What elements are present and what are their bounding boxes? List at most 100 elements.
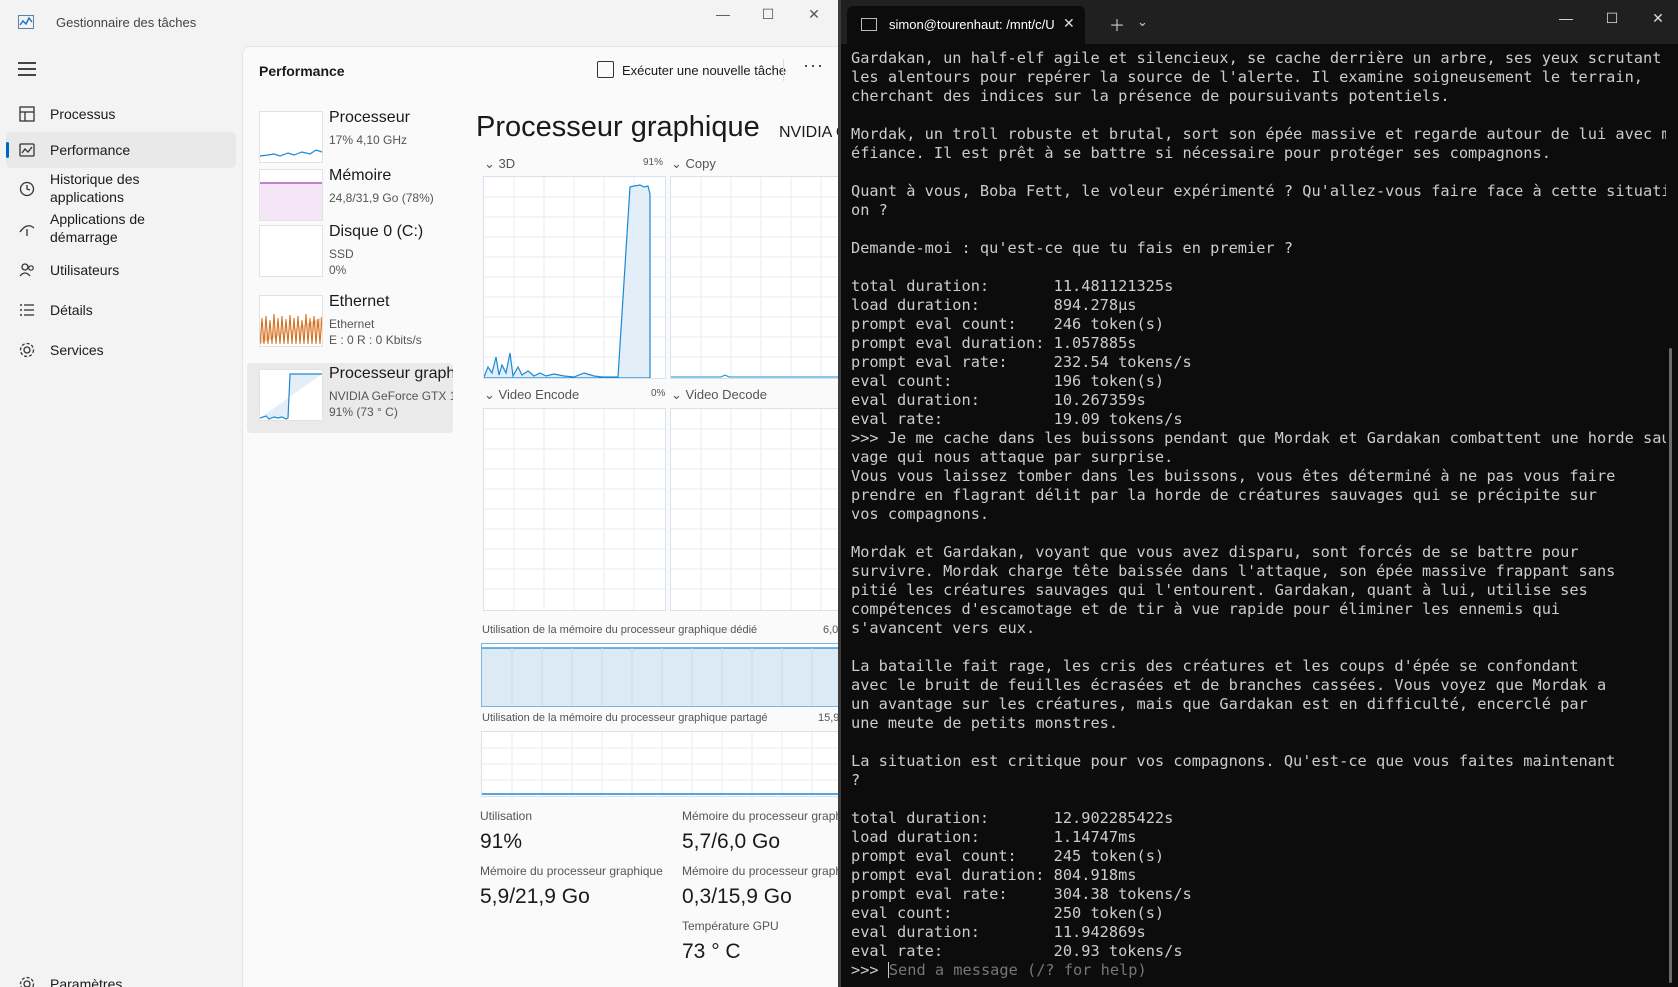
engine-video-decode-selector[interactable]: ⌄ Video Decode <box>671 387 767 403</box>
terminal-line: eval duration: 10.267359s <box>851 391 1146 409</box>
divider <box>783 59 784 81</box>
terminal-line: prompt eval count: 245 token(s) <box>851 847 1165 865</box>
new-tab-icon[interactable]: ＋ <box>1109 12 1125 36</box>
stat-utilization-value: 91% <box>480 830 523 853</box>
minimize-button[interactable]: — <box>709 6 737 22</box>
sidebar-item-label: Performance <box>50 142 131 158</box>
terminal-line: les alentours pour repérer la source de … <box>851 68 1644 86</box>
device-name: Ethernet <box>329 293 390 310</box>
stat-gpu-temp-value: 73 ° C <box>682 940 741 963</box>
device-name: Processeur <box>329 109 410 126</box>
terminal-minimize-button[interactable]: — <box>1552 10 1580 26</box>
sidebar-item-startup-apps[interactable]: Applications de démarrage <box>6 208 236 248</box>
page-title: Performance <box>259 63 345 79</box>
terminal-line: prendre en flagrant délit par la horde d… <box>851 486 1597 504</box>
device-detail: Ethernet <box>329 317 375 331</box>
terminal-line: La bataille fait rage, les cris des créa… <box>851 657 1579 675</box>
engine-pct: 91% <box>643 157 664 168</box>
engine-video-encode-selector[interactable]: ⌄ Video Encode <box>484 387 579 403</box>
terminal-tab-icon <box>861 18 877 31</box>
dedicated-memory-label: Utilisation de la mémoire du processeur … <box>482 624 758 636</box>
graph-video-encode <box>483 408 666 611</box>
terminal-line: vage qui nous attaque par surprise. <box>851 448 1174 466</box>
close-button[interactable]: ✕ <box>800 6 828 23</box>
terminal-line: prompt eval count: 246 token(s) <box>851 315 1165 333</box>
terminal-line: Vous vous laissez tomber dans les buisso… <box>851 467 1616 485</box>
sidebar-item-processes[interactable]: Processus <box>6 96 236 132</box>
terminal-tab[interactable]: simon@tourenhaut: /mnt/c/U ✕ <box>847 6 1085 44</box>
terminal-line: eval count: 196 token(s) <box>851 372 1165 390</box>
terminal-close-button[interactable]: ✕ <box>1644 10 1672 27</box>
terminal-line: eval rate: 20.93 tokens/s <box>851 942 1183 960</box>
terminal-line: une meute de petits monstres. <box>851 714 1119 732</box>
terminal-line: eval count: 250 token(s) <box>851 904 1165 922</box>
sidebar-item-label: démarrage <box>50 229 118 245</box>
terminal-line: vos compagnons. <box>851 505 990 523</box>
terminal-line: load duration: 894.278µs <box>851 296 1137 314</box>
device-detail: NVIDIA GeForce GTX 1060 6GB <box>329 389 453 403</box>
engine-label: Video Encode <box>498 387 580 402</box>
terminal-line: s'avancent vers eux. <box>851 619 1036 637</box>
terminal-maximize-button[interactable]: ☐ <box>1598 10 1626 27</box>
sidebar-item-details[interactable]: Détails <box>6 292 236 328</box>
task-manager-app-icon <box>18 15 34 29</box>
shared-memory-max: 15,9 Go <box>818 712 838 724</box>
terminal-line: eval duration: 11.942869s <box>851 923 1146 941</box>
terminal-line: éfiance. Il est prêt à se battre si néce… <box>851 144 1551 162</box>
device-item-ethernet[interactable]: Ethernet Ethernet E : 0 R : 0 Kbits/s <box>247 291 453 359</box>
engine-3d-selector[interactable]: ⌄ 3D <box>484 156 515 172</box>
terminal-tab-bar: simon@tourenhaut: /mnt/c/U ✕ ＋ ⌄ — ☐ ✕ <box>841 0 1678 44</box>
engine-pct: 0% <box>651 388 666 399</box>
device-item-gpu[interactable]: Processeur graphique 0 NVIDIA GeForce GT… <box>247 363 453 433</box>
stat-dedicated-memory-label: Mémoire du processeur graphique dédié <box>682 809 838 823</box>
terminal-line: Mordak, un troll robuste et brutal, sort… <box>851 125 1666 143</box>
ethernet-thumbnail-graph <box>259 295 323 347</box>
details-list-icon <box>20 304 34 316</box>
terminal-line: >>> Je me cache dans les buissons pendan… <box>851 429 1666 447</box>
terminal-line: compétences d'escamotage et de tir à vue… <box>851 600 1561 618</box>
hamburger-menu-icon[interactable] <box>18 62 36 76</box>
engine-copy-selector[interactable]: ⌄ Copy <box>671 156 716 172</box>
sidebar-item-app-history[interactable]: Historique des applications <box>6 168 236 208</box>
task-manager-window: Gestionnaire des tâches — ☐ ✕ Processus … <box>0 0 838 987</box>
terminal-line: Mordak et Gardakan, voyant que vous avez… <box>851 543 1579 561</box>
dedicated-memory-max: 6,0 Go <box>823 624 838 636</box>
sidebar-item-settings[interactable]: Paramètres <box>6 966 236 987</box>
sidebar-item-label: Détails <box>50 302 93 318</box>
run-new-task-button[interactable]: Exécuter une nouvelle tâche <box>597 61 786 78</box>
terminal-line: cherchant des indices sur la présence de… <box>851 87 1450 105</box>
terminal-input-line[interactable]: >>> Send a message (/? for help) <box>851 961 1666 980</box>
stat-dedicated-memory-value: 5,7/6,0 Go <box>682 830 781 853</box>
memory-thumbnail-graph <box>259 169 323 221</box>
processes-icon <box>19 106 35 122</box>
terminal-scrollbar[interactable] <box>1669 348 1672 983</box>
terminal-line: prompt eval rate: 304.38 tokens/s <box>851 885 1192 903</box>
more-options-icon[interactable]: ··· <box>803 55 824 76</box>
terminal-line: prompt eval rate: 232.54 tokens/s <box>851 353 1192 371</box>
device-name: Disque 0 (C:) <box>329 223 424 240</box>
terminal-line: Quant à vous, Boba Fett, le voleur expér… <box>851 182 1666 200</box>
sidebar-item-label: Processus <box>50 106 116 122</box>
graph-3d <box>483 176 666 379</box>
sidebar-item-users[interactable]: Utilisateurs <box>6 252 236 288</box>
engine-label: Copy <box>685 156 716 171</box>
tab-dropdown-chevron-icon[interactable]: ⌄ <box>1137 14 1148 30</box>
terminal-line: pitié les créatures sauvages qui l'entou… <box>851 581 1588 599</box>
sidebar-item-label: Paramètres <box>50 976 123 987</box>
terminal-window: simon@tourenhaut: /mnt/c/U ✕ ＋ ⌄ — ☐ ✕ G… <box>838 0 1678 987</box>
disk-thumbnail-graph <box>259 225 323 277</box>
sidebar-item-label: Services <box>50 342 104 358</box>
device-item-disk[interactable]: Disque 0 (C:) SSD 0% <box>247 221 453 289</box>
sidebar-item-performance[interactable]: Performance <box>6 132 236 168</box>
terminal-line: ? <box>851 771 861 789</box>
sidebar-item-services[interactable]: Services <box>6 332 236 368</box>
maximize-button[interactable]: ☐ <box>754 6 782 23</box>
stat-shared-memory-label: Mémoire du processeur graphique partagé <box>682 864 838 878</box>
close-tab-icon[interactable]: ✕ <box>1063 15 1075 32</box>
terminal-output[interactable]: Gardakan, un half-elf agile et silencieu… <box>851 49 1666 980</box>
